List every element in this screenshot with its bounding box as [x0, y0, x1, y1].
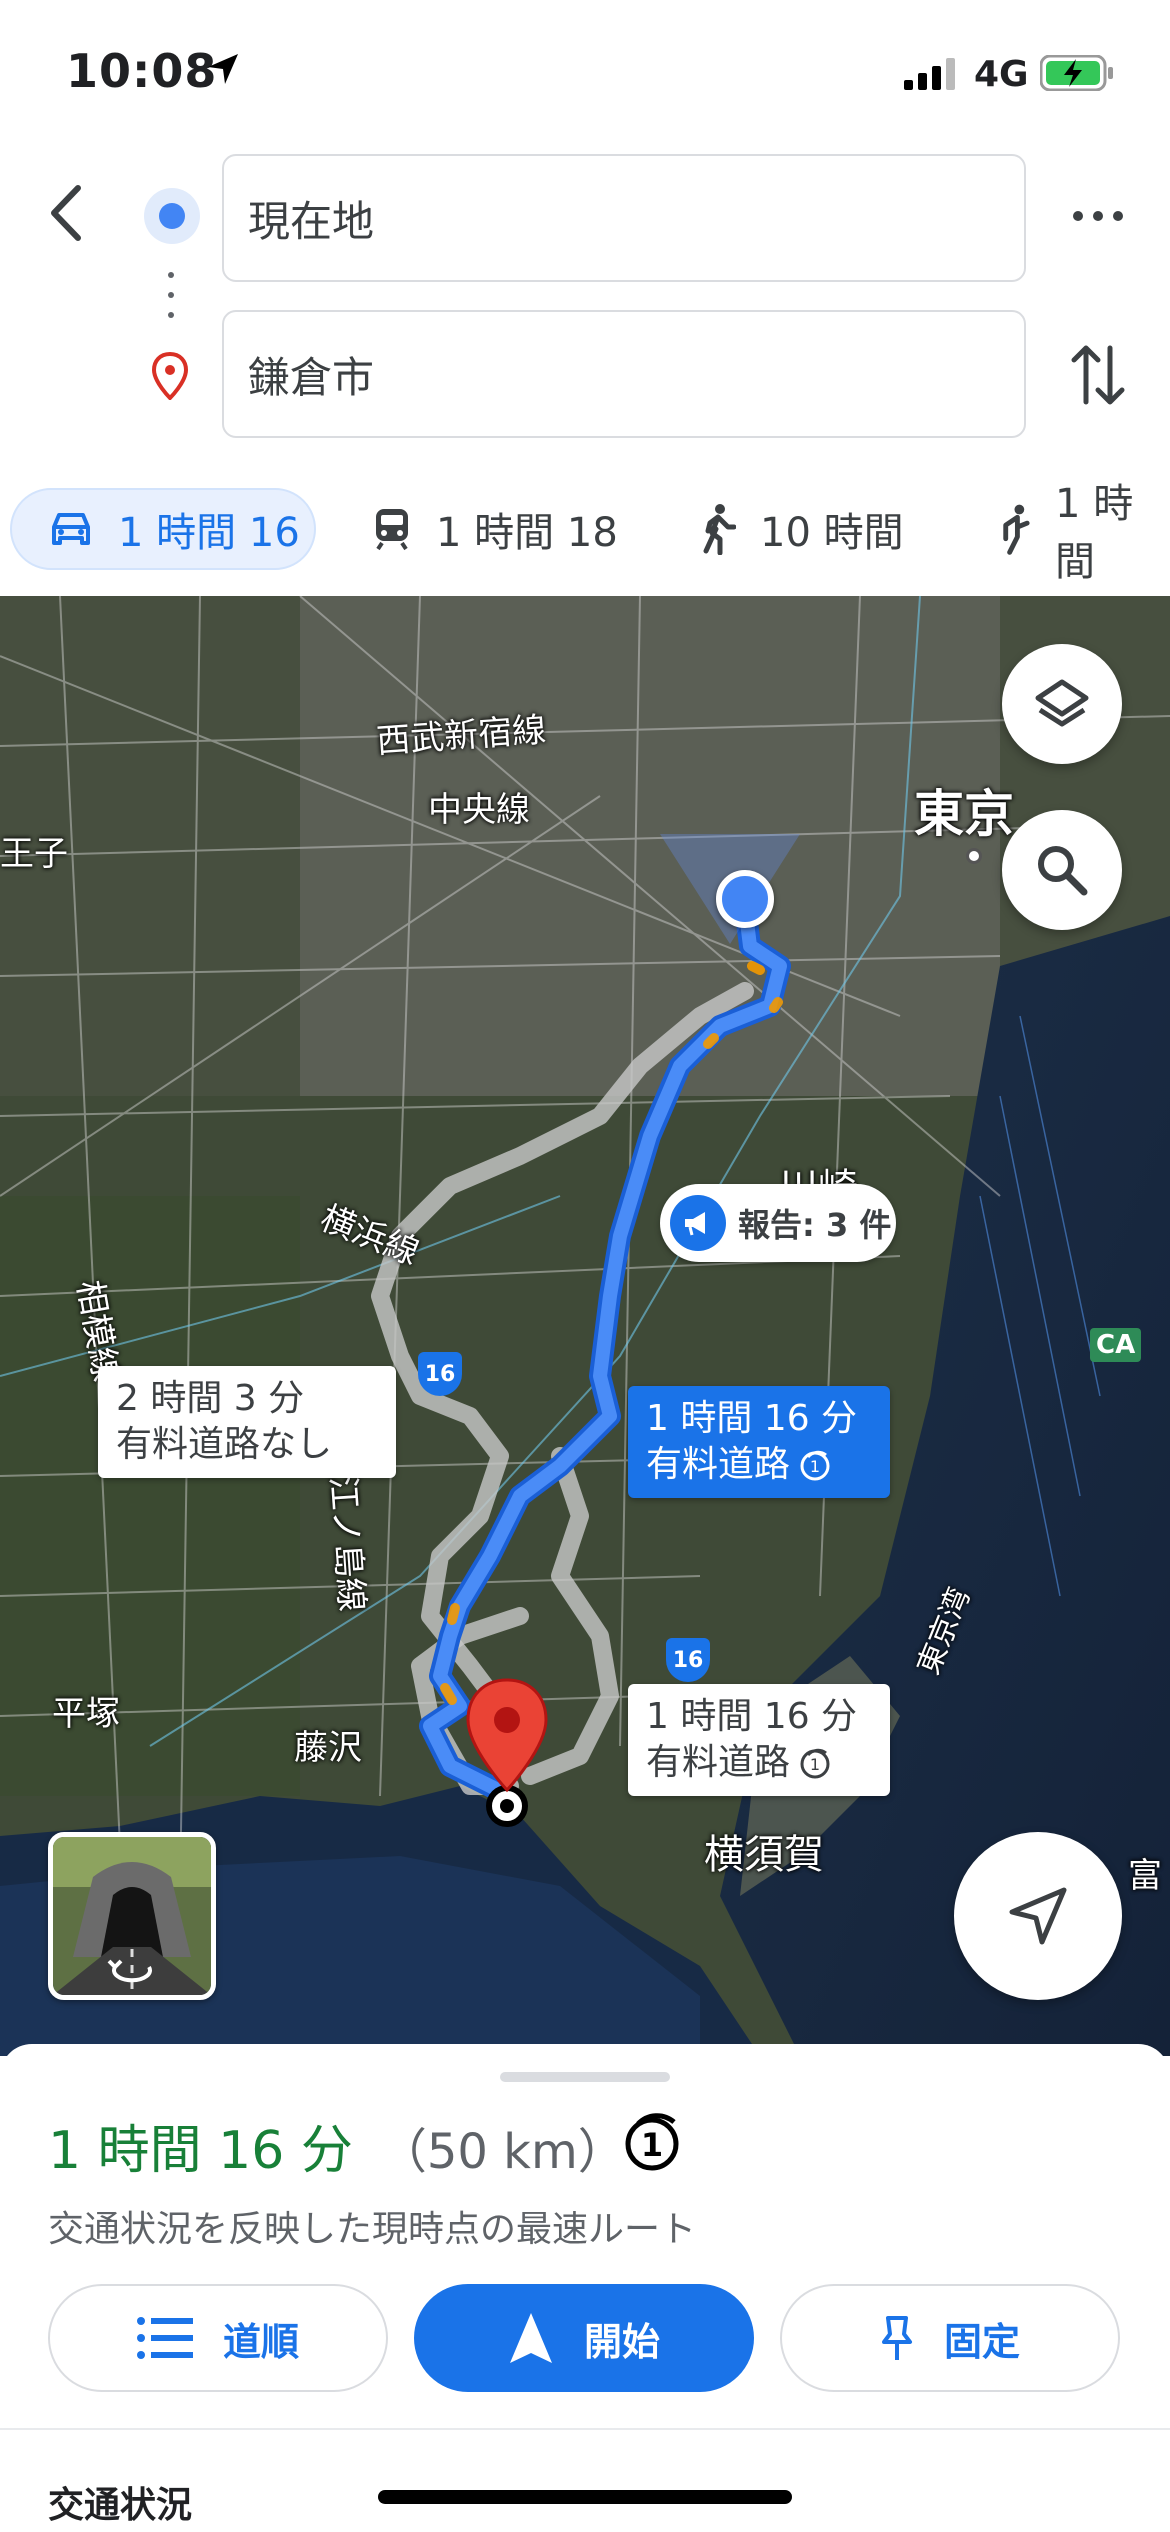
megaphone-icon: [670, 1195, 726, 1251]
callout-time: 1 時間 16 分: [646, 1696, 858, 1737]
tokyo-station-dot: [966, 848, 982, 864]
map-label: 藤沢: [294, 1728, 362, 1768]
pin-button[interactable]: 固定: [780, 2284, 1120, 2392]
route-callout-alt2[interactable]: 1 時間 16 分 有料道路 1: [628, 1684, 890, 1796]
route-shield: 16: [418, 1352, 462, 1396]
map-label-tokyo: 東京: [914, 785, 1014, 843]
origin-input[interactable]: 現在地: [222, 154, 1026, 282]
route-distance: （50 km）: [378, 2124, 626, 2180]
map-label: 平塚: [52, 1694, 120, 1734]
route-subtitle: 交通状況を反映した現時点の最速ルート: [48, 2209, 697, 2250]
car-icon: [52, 513, 90, 545]
route-summary: 1 時間 16 分 （50 km）: [48, 2108, 626, 2183]
tab-drive-label: 1 時間 16: [118, 510, 300, 556]
signal-icon: [904, 58, 955, 90]
steps-label: 道順: [222, 2319, 299, 2364]
route-duration: 1 時間 16 分: [48, 2121, 353, 2181]
tab-transit[interactable]: 1 時間 18: [372, 488, 618, 570]
status-time: 10:08: [66, 44, 218, 98]
travel-mode-tabs: 1 時間 16 1 時間 18 10 時間 1 時間: [0, 478, 1170, 588]
ca-badge: CA: [1090, 1328, 1142, 1362]
back-arrow-icon[interactable]: [40, 178, 100, 248]
toll-icon: 1: [800, 1748, 830, 1779]
ride-icon: [1003, 504, 1030, 555]
traffic-report-chip[interactable]: 報告: 3 件: [660, 1184, 896, 1262]
tab-walk[interactable]: 10 時間: [700, 488, 904, 570]
navigation-arrow-icon: [1009, 1887, 1067, 1945]
home-indicator[interactable]: [378, 2490, 792, 2504]
svg-text:1: 1: [810, 1755, 820, 1774]
map-label: 王子: [0, 834, 68, 874]
swap-icon[interactable]: [1070, 340, 1126, 410]
battery-icon: [1040, 55, 1113, 91]
search-icon: [1038, 846, 1088, 896]
route-callout-alt1[interactable]: 2 時間 3 分 有料道路なし: [98, 1366, 396, 1478]
callout-note: 有料道路: [646, 1444, 791, 1485]
map-view[interactable]: 西武新宿線 中央線 東京 王子 横浜線 川崎 相模線 江ノ島線 平塚 藤沢 横須…: [0, 596, 1170, 2056]
layers-icon: [1035, 679, 1089, 727]
map-label: 中央線: [428, 790, 530, 830]
route-details-sheet: 1 時間 16 分 （50 km） 1 交通状況を反映した現時点の最速ルート 道…: [0, 2044, 1170, 2532]
route-dots-icon: [168, 272, 176, 320]
pin-icon: [881, 2316, 912, 2360]
navigation-arrow-icon: [509, 2313, 552, 2363]
svg-text:1: 1: [641, 2126, 663, 2164]
divider: [0, 2428, 1170, 2430]
destination-pin-icon: [151, 352, 189, 400]
sheet-handle[interactable]: [500, 2072, 670, 2082]
start-button[interactable]: 開始: [414, 2284, 754, 2392]
status-bar: 10:08 4G: [0, 0, 1170, 150]
destination-marker-icon: [466, 1678, 548, 1827]
tab-transit-label: 1 時間 18: [436, 510, 618, 556]
tab-ride[interactable]: 1 時間: [996, 481, 1170, 585]
start-label: 開始: [583, 2319, 660, 2364]
callout-note: 有料道路: [646, 1742, 791, 1783]
route-shield: 16: [666, 1638, 710, 1682]
map-label: 富: [1128, 1856, 1162, 1896]
map-label: 江ノ島線: [322, 1474, 372, 1614]
more-options-icon[interactable]: [1068, 196, 1128, 236]
callout-time: 2 時間 3 分: [116, 1378, 305, 1419]
traffic-section-title: 交通状況: [48, 2485, 193, 2526]
svg-text:1: 1: [810, 1457, 820, 1476]
tab-drive[interactable]: 1 時間 16: [10, 488, 316, 570]
toll-icon: 1: [800, 1450, 830, 1481]
pin-label: 固定: [943, 2319, 1020, 2364]
current-location-dot: [660, 834, 800, 944]
callout-time: 1 時間 16 分: [646, 1398, 858, 1439]
route-callout-main[interactable]: 1 時間 16 分 有料道路 1: [628, 1386, 890, 1498]
callout-note: 有料道路なし: [116, 1424, 333, 1465]
tab-walk-label: 10 時間: [760, 510, 904, 556]
walk-icon: [703, 504, 736, 555]
network-type: 4G: [974, 54, 1029, 95]
destination-input[interactable]: 鎌倉市: [222, 310, 1026, 438]
map-search-button[interactable]: [1002, 810, 1122, 930]
list-icon: [136, 2317, 193, 2359]
steps-button[interactable]: 道順: [48, 2284, 388, 2392]
train-icon: [376, 509, 408, 551]
location-arrow-icon: [208, 54, 238, 84]
layers-button[interactable]: [1002, 644, 1122, 764]
origin-dot-icon: [144, 188, 200, 244]
map-label-yokosuka: 横須賀: [704, 1832, 824, 1878]
report-text: 報告: 3 件: [738, 1206, 892, 1244]
street-view-thumbnail[interactable]: [48, 1832, 216, 2000]
recenter-navigation-button[interactable]: [954, 1832, 1122, 2000]
toll-icon: 1: [625, 2113, 679, 2171]
tab-ride-label: 1 時間: [1055, 481, 1134, 585]
